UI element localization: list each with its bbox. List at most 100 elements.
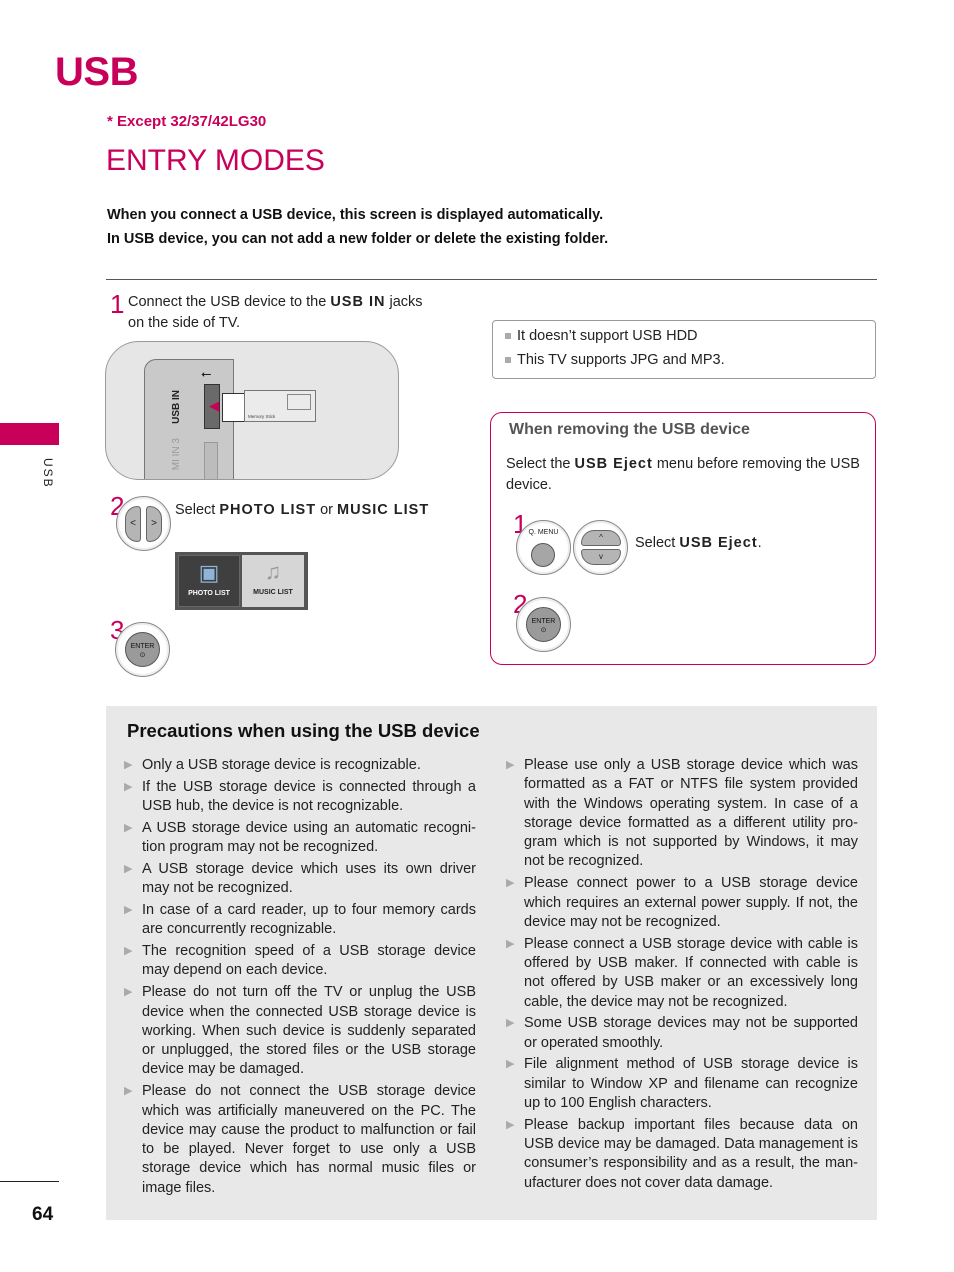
precaution-text: In case of a card reader, up to four mem… — [142, 902, 476, 938]
chapter-side-tab — [0, 423, 59, 445]
removing-title: When removing the USB device — [509, 421, 750, 438]
precaution-item: ▶ The recognition speed of a USB storage … — [124, 942, 476, 981]
notes-box: It doesn’t support USB HDD This TV suppo… — [492, 320, 876, 379]
precautions-panel: Precautions when using the USB device ▶ O… — [106, 706, 877, 1220]
triangle-bullet-icon: ▶ — [506, 1118, 515, 1131]
precaution-text: Please connect power to a USB storage de… — [524, 875, 858, 930]
instruction-text: . — [757, 535, 762, 551]
precaution-item: ▶ In case of a card reader, up to four me… — [124, 901, 476, 940]
square-bullet-icon — [505, 357, 511, 364]
precaution-text: Only a USB storage device is recognizabl… — [142, 757, 421, 773]
instruction-text: Select — [635, 535, 680, 551]
triangle-bullet-icon: ▶ — [124, 986, 133, 999]
precautions-column-right: ▶ Please use only a USB storage device wh… — [506, 756, 858, 1196]
precautions-title: Precautions when using the USB device — [127, 720, 480, 741]
note-item: It doesn’t support USB HDD — [505, 328, 698, 344]
intro-line: In USB device, you can not add a new fol… — [107, 231, 609, 247]
square-bullet-icon — [505, 333, 511, 340]
tile-label: PHOTO LIST — [188, 590, 230, 597]
enter-icon: ⊙ — [139, 652, 146, 659]
instruction-keyword: MUSIC LIST — [337, 502, 430, 518]
instruction-text: or — [316, 502, 338, 518]
intro-line: When you connect a USB device, this scre… — [107, 207, 604, 223]
music-note-icon: ♫ — [264, 559, 282, 584]
precaution-text: Please use only a USB storage device whi… — [524, 757, 858, 870]
precaution-item: ▶ If the USB storage device is connected … — [124, 778, 476, 817]
enter-button[interactable]: ENTER ⊙ — [115, 622, 170, 677]
hdmi-port-label: MI IN 3 — [171, 438, 182, 471]
triangle-bullet-icon: ▶ — [124, 862, 133, 875]
triangle-bullet-icon: ▶ — [124, 904, 133, 917]
left-arrow-icon[interactable]: < — [125, 506, 141, 542]
precaution-item: ▶ Please connect power to a USB storage d… — [506, 874, 858, 932]
right-arrow-icon[interactable]: > — [146, 506, 162, 542]
precaution-item: ▶ A USB storage device using an automatic… — [124, 819, 476, 858]
down-arrow-icon[interactable]: v — [581, 549, 621, 565]
usb-in-port-label: USB IN — [171, 390, 182, 424]
memory-stick-window — [287, 394, 311, 410]
triangle-bullet-icon: ▶ — [124, 1085, 133, 1098]
instruction-keyword: PHOTO LIST — [219, 502, 317, 518]
enter-key[interactable]: ENTER ⊙ — [526, 607, 561, 642]
note-item: This TV supports JPG and MP3. — [505, 352, 725, 368]
left-right-navigation-button[interactable]: < > — [116, 496, 171, 551]
precaution-item: ▶ Please connect a USB storage device wit… — [506, 935, 858, 1012]
precaution-text: Please do not turn off the TV or unplug … — [142, 984, 476, 1078]
q-menu-label: Q. MENU — [528, 529, 559, 536]
usb-connection-illustration: USB IN MI IN 3 ⭠ ◀ Memory Stick — [105, 341, 399, 480]
memory-stick-label: Memory Stick — [248, 414, 276, 419]
footer-divider — [0, 1181, 59, 1182]
removing-instruction: Select the USB Eject menu before removin… — [506, 454, 866, 496]
enter-key[interactable]: ENTER ⊙ — [125, 632, 160, 667]
enter-icon: ⊙ — [540, 627, 547, 634]
music-list-tile[interactable]: ♫ MUSIC LIST — [242, 555, 304, 607]
precaution-item: ▶ Some USB storage devices may not be sup… — [506, 1014, 858, 1053]
usb-icon: ⭠ — [201, 366, 212, 381]
q-menu-key[interactable] — [531, 543, 555, 567]
chapter-title: USB — [55, 50, 138, 94]
precaution-item: ▶ Please use only a USB storage device wh… — [506, 756, 858, 872]
precaution-item: ▶ File alignment method of USB storage de… — [506, 1055, 858, 1113]
memory-stick: Memory Stick — [244, 390, 316, 422]
up-down-navigation-button[interactable]: ^ v — [573, 520, 628, 575]
step-instruction: Connect the USB device to the USB IN jac… — [128, 292, 428, 334]
precaution-item: ▶ A USB storage device which uses its own… — [124, 860, 476, 899]
tile-label: MUSIC LIST — [253, 589, 293, 596]
precaution-text: Please backup important files because da… — [524, 1116, 858, 1191]
up-arrow-icon[interactable]: ^ — [581, 530, 621, 546]
enter-label: ENTER — [531, 618, 556, 625]
triangle-bullet-icon: ▶ — [124, 780, 133, 793]
photo-list-tile[interactable]: ▣ PHOTO LIST — [178, 555, 240, 607]
page-number: 64 — [32, 1204, 54, 1225]
enter-button[interactable]: ENTER ⊙ — [516, 597, 571, 652]
q-menu-button[interactable]: Q. MENU — [516, 520, 571, 575]
instruction-text: Connect the USB device to the — [128, 294, 331, 310]
triangle-bullet-icon: ▶ — [506, 1058, 515, 1071]
usb-list-menu: ▣ PHOTO LIST ♫ MUSIC LIST — [175, 552, 308, 610]
triangle-bullet-icon: ▶ — [124, 821, 133, 834]
triangle-bullet-icon: ▶ — [506, 1017, 515, 1030]
precautions-column-left: ▶ Only a USB storage device is recognizab… — [124, 756, 476, 1201]
precaution-text: File alignment method of USB storage dev… — [524, 1056, 858, 1112]
precaution-text: Please do not connect the USB storage de… — [142, 1083, 476, 1196]
instruction-keyword: USB Eject — [679, 535, 758, 551]
step-instruction: Select PHOTO LIST or MUSIC LIST — [175, 500, 429, 521]
precaution-text: A USB storage device which uses its own … — [142, 860, 476, 897]
step-instruction: Select USB Eject. — [635, 533, 762, 554]
precaution-item: ▶ Only a USB storage device is recognizab… — [124, 756, 476, 775]
precaution-item: ▶ Please do not connect the USB storage d… — [124, 1082, 476, 1198]
photo-icon: ▣ — [198, 560, 220, 585]
model-exception-note: * Except 32/37/42LG30 — [107, 113, 267, 130]
triangle-bullet-icon: ▶ — [506, 759, 515, 771]
triangle-bullet-icon: ▶ — [506, 877, 515, 890]
enter-label: ENTER — [130, 643, 155, 650]
triangle-bullet-icon: ▶ — [506, 937, 515, 950]
precaution-text: The recognition speed of a USB storage d… — [142, 943, 476, 979]
insert-arrow-icon: ◀ — [209, 398, 219, 413]
section-title: ENTRY MODES — [106, 144, 325, 177]
divider — [106, 279, 877, 280]
triangle-bullet-icon: ▶ — [124, 759, 133, 771]
precaution-item: ▶ Please backup important files because d… — [506, 1116, 858, 1193]
chapter-side-label: USB — [41, 458, 55, 489]
precaution-text: If the USB storage device is connected t… — [142, 778, 476, 815]
